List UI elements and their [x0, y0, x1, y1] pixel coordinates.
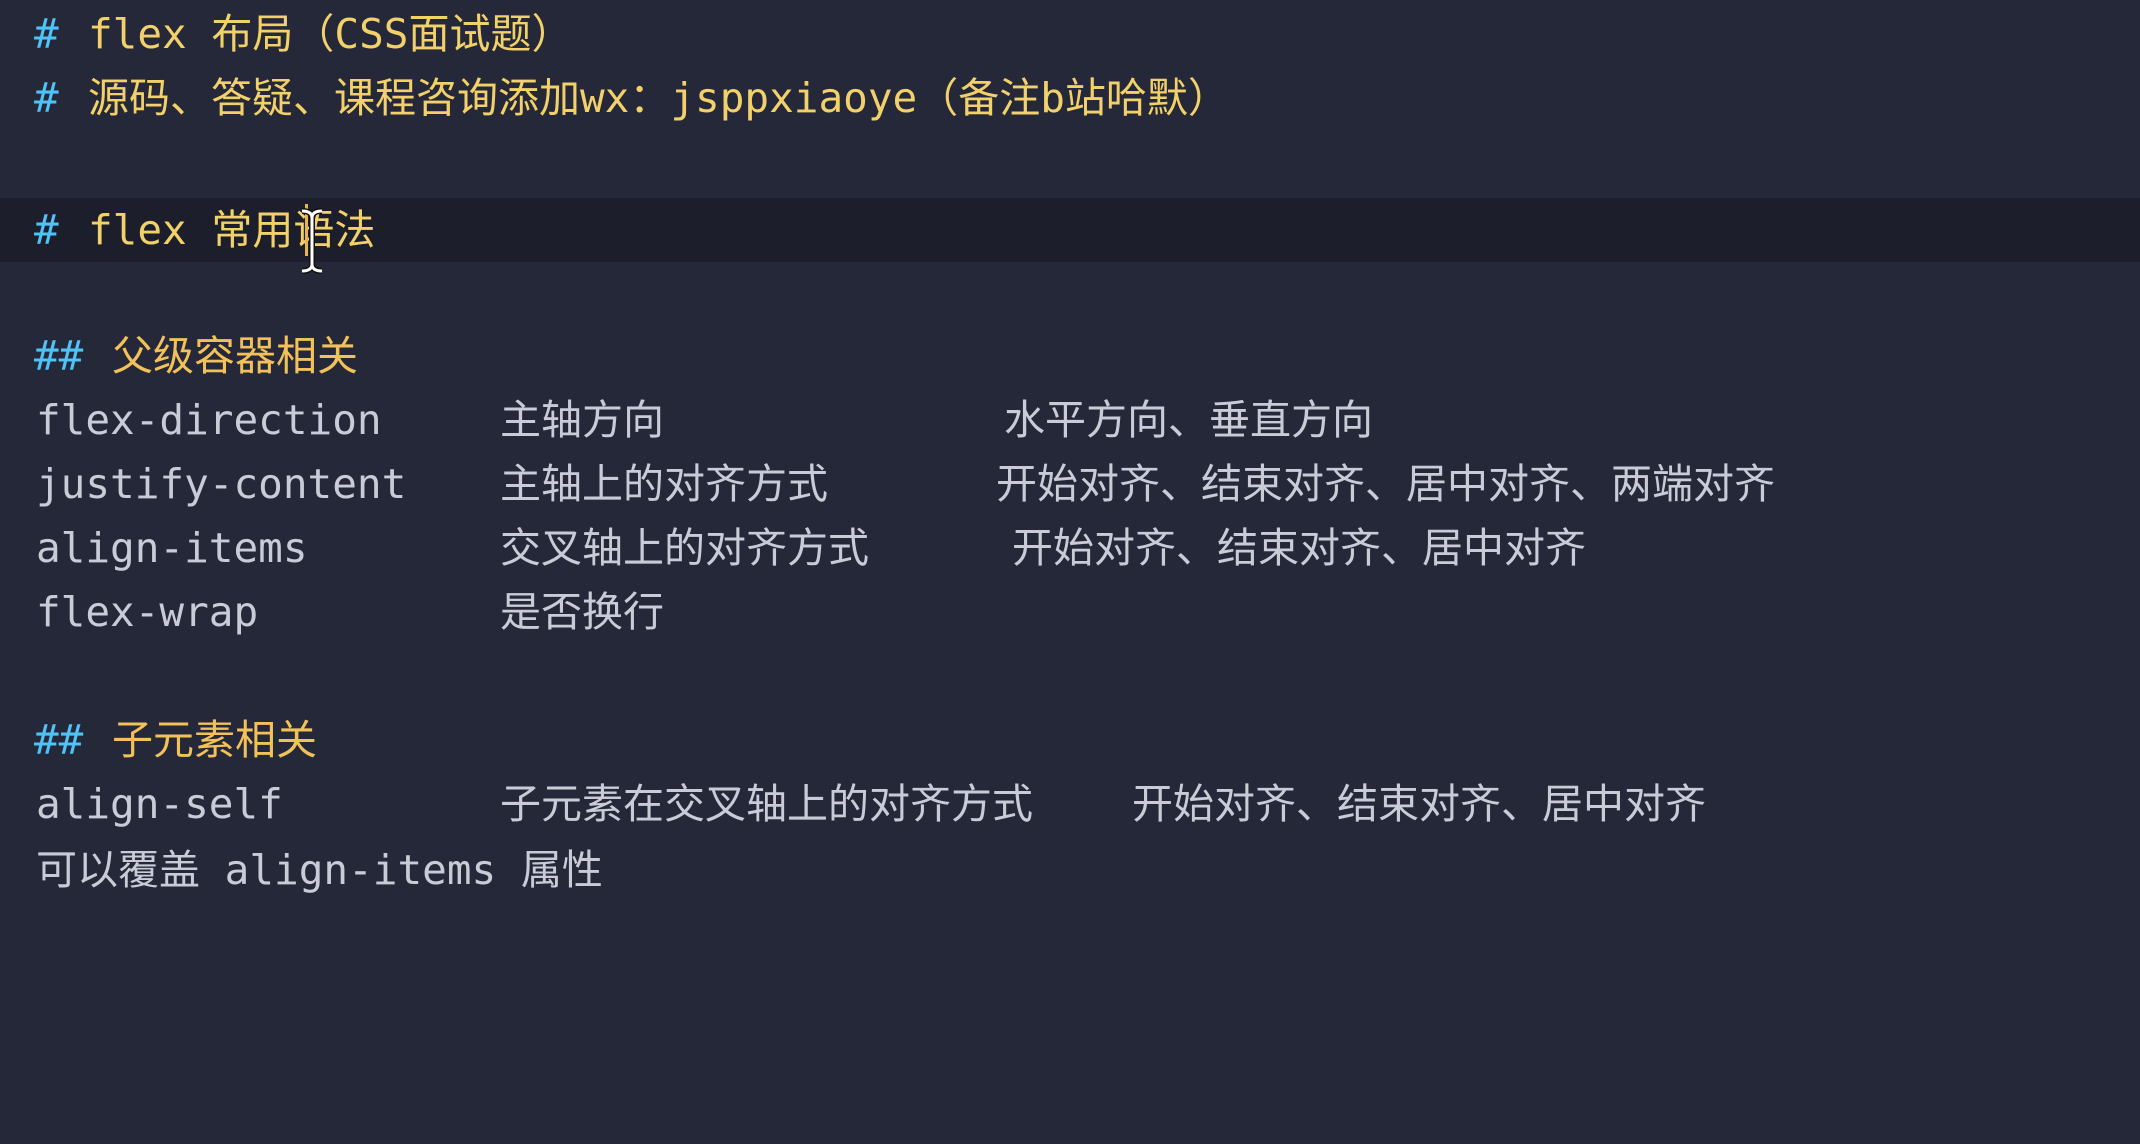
property-name: justify-content — [36, 460, 407, 508]
property-name: flex-direction — [36, 396, 382, 444]
ibeam-cursor-icon — [301, 208, 323, 274]
property-description: 主轴上的对齐方式 — [500, 460, 828, 508]
markdown-editor[interactable]: # flex 布局（CSS面试题） # 源码、答疑、课程咨询添加wx：jsppx… — [0, 0, 2140, 1144]
heading-hash: # — [34, 10, 59, 58]
note-line[interactable]: 可以覆盖 align-items 属性 — [0, 838, 2140, 902]
heading-hash: ## — [34, 332, 84, 380]
table-row[interactable]: align-self 子元素在交叉轴上的对齐方式 开始对齐、结束对齐、居中对齐 — [0, 772, 2140, 836]
note-text: 可以覆盖 align-items 属性 — [36, 846, 603, 894]
heading-text: flex 常用语法 — [88, 206, 376, 254]
property-description: 主轴方向 — [500, 396, 664, 444]
heading-hash: ## — [34, 716, 84, 764]
property-values: 开始对齐、结束对齐、居中对齐 — [1012, 524, 1586, 572]
table-row[interactable]: justify-content 主轴上的对齐方式 开始对齐、结束对齐、居中对齐、… — [0, 452, 2140, 516]
section-heading-parent[interactable]: ## 父级容器相关 — [0, 324, 2140, 388]
heading-text: flex 布局（CSS面试题） — [88, 10, 573, 58]
table-row[interactable]: align-items 交叉轴上的对齐方式 开始对齐、结束对齐、居中对齐 — [0, 516, 2140, 580]
property-description: 子元素在交叉轴上的对齐方式 — [500, 780, 1033, 828]
property-values: 水平方向、垂直方向 — [1004, 396, 1373, 444]
property-description: 交叉轴上的对齐方式 — [500, 524, 869, 572]
property-values: 开始对齐、结束对齐、居中对齐 — [1132, 780, 1706, 828]
table-row[interactable]: flex-direction 主轴方向 水平方向、垂直方向 — [0, 388, 2140, 452]
property-description: 是否换行 — [500, 588, 664, 636]
property-name: align-self — [36, 780, 283, 828]
heading-text: 源码、答疑、课程咨询添加wx：jsppxiaoye（备注b站哈默） — [88, 74, 1229, 122]
heading-hash: # — [34, 74, 59, 122]
heading-line-contact[interactable]: # 源码、答疑、课程咨询添加wx：jsppxiaoye（备注b站哈默） — [0, 66, 2140, 130]
heading-hash: # — [34, 206, 59, 254]
property-values: 开始对齐、结束对齐、居中对齐、两端对齐 — [996, 460, 1775, 508]
table-row[interactable]: flex-wrap 是否换行 — [0, 580, 2140, 644]
heading-text: 父级容器相关 — [112, 332, 358, 380]
section-heading-child[interactable]: ## 子元素相关 — [0, 708, 2140, 772]
heading-text: 子元素相关 — [112, 716, 317, 764]
heading-line-flex-layout[interactable]: # flex 布局（CSS面试题） — [0, 2, 2140, 66]
property-name: align-items — [36, 524, 308, 572]
property-name: flex-wrap — [36, 588, 259, 636]
